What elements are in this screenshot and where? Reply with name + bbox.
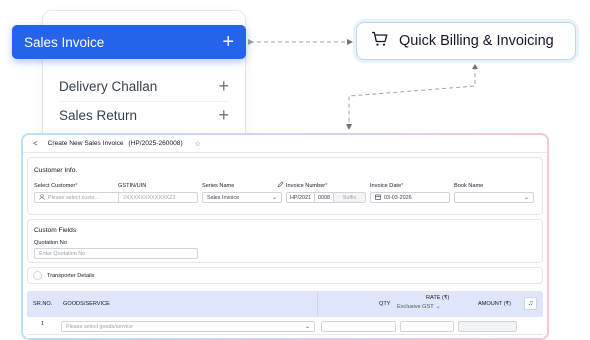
custom-fields-section: Custom Fields Quotation No Enter Quotati… bbox=[27, 219, 543, 263]
transporter-section[interactable]: Transporter Details bbox=[27, 267, 543, 284]
quick-billing-label: Quick Billing & Invoicing bbox=[399, 33, 554, 49]
series-name-label: Series Name bbox=[202, 183, 235, 189]
menu-item-sales-return[interactable]: Sales Return + bbox=[59, 104, 229, 126]
star-icon[interactable]: ☆ bbox=[195, 140, 201, 148]
invoice-prefix: HP/2021 bbox=[287, 193, 315, 202]
plus-icon: + bbox=[222, 30, 234, 53]
chevron-down-icon: ⌄ bbox=[523, 195, 529, 201]
menu-item-label: Delivery Challan bbox=[59, 78, 158, 94]
transporter-label: Transporter Details bbox=[47, 272, 95, 279]
invoice-window: < Create New Sales Invoice (HP/2025-2600… bbox=[23, 135, 547, 338]
col-rate: RATE (₹) bbox=[426, 295, 450, 301]
menu-item-label: Sales Return bbox=[59, 107, 138, 123]
sales-invoice-label: Sales Invoice bbox=[24, 34, 105, 50]
book-name-select[interactable]: ⌄ bbox=[454, 192, 534, 203]
plus-icon[interactable]: + bbox=[218, 105, 229, 126]
col-amount: AMOUNT (₹) bbox=[478, 301, 511, 307]
chevron-down-icon: ⌄ bbox=[304, 324, 310, 330]
goods-select[interactable]: Please select goods/service ⌄ bbox=[61, 321, 315, 332]
calendar-icon bbox=[375, 194, 381, 202]
select-customer-label: Select Customer* bbox=[34, 183, 78, 189]
invoice-window-frame: < Create New Sales Invoice (HP/2025-2600… bbox=[21, 133, 549, 340]
chevron-down-icon: ⌄ bbox=[435, 304, 441, 310]
invoice-doc-number: (HP/2025-260008) bbox=[128, 140, 183, 147]
col-srno: SR.NO. bbox=[33, 301, 53, 307]
gstin-label: GSTIN/UIN bbox=[118, 183, 147, 189]
items-table-header: SR.NO. GOODS/SERVICE QTY RATE (₹) Exclus… bbox=[27, 291, 543, 317]
chevron-down-icon: ⌄ bbox=[271, 195, 277, 201]
invoice-date-label: Invoice Date* bbox=[370, 183, 404, 189]
plus-icon[interactable]: + bbox=[218, 76, 229, 97]
back-icon[interactable]: < bbox=[33, 139, 38, 148]
table-row: 1 Please select goods/service ⌄ bbox=[27, 317, 543, 335]
invoice-suffix[interactable]: Suffix bbox=[333, 193, 365, 202]
gstin-input[interactable]: 2XXXXXXXXXXXXZ3 bbox=[118, 192, 198, 203]
invoice-number-label: Invoice Number* bbox=[286, 183, 328, 189]
menu-divider bbox=[59, 101, 229, 102]
rate-mode-select[interactable]: Exclusive GST ⌄ bbox=[397, 304, 440, 310]
amount-field bbox=[458, 321, 517, 332]
cart-icon bbox=[371, 31, 389, 51]
book-name-label: Book Name bbox=[454, 183, 484, 189]
menu-item-delivery-challan[interactable]: Delivery Challan + bbox=[59, 75, 229, 97]
quick-billing-callout: Quick Billing & Invoicing bbox=[356, 22, 576, 60]
title-bar: < Create New Sales Invoice (HP/2025-2600… bbox=[23, 135, 547, 153]
col-qty: QTY bbox=[379, 301, 391, 307]
section-title: Customer Info. bbox=[34, 167, 78, 174]
page-title: Create New Sales Invoice bbox=[47, 140, 124, 147]
invoice-number-field[interactable]: HP/2021 0008 Suffix bbox=[286, 192, 366, 203]
qty-input[interactable] bbox=[321, 321, 396, 332]
sales-invoice-button[interactable]: Sales Invoice + bbox=[12, 25, 246, 59]
user-icon bbox=[39, 193, 45, 202]
row-srno: 1 bbox=[41, 321, 45, 327]
section-title: Custom Fields bbox=[34, 227, 77, 234]
edit-icon[interactable] bbox=[277, 181, 284, 190]
quotation-label: Quotation No bbox=[34, 240, 67, 246]
quotation-input[interactable]: Enter Quotation No bbox=[34, 248, 198, 259]
invoice-date-input[interactable]: 03-03-2026 bbox=[370, 192, 450, 203]
rate-input[interactable] bbox=[400, 321, 454, 332]
transporter-toggle[interactable] bbox=[33, 271, 42, 280]
music-note-icon[interactable]: ♫ bbox=[524, 297, 537, 310]
series-select[interactable]: Sales Invoice ⌄ bbox=[202, 192, 282, 203]
invoice-seq[interactable]: 0008 bbox=[315, 193, 334, 202]
column-divider bbox=[317, 291, 318, 317]
col-goods: GOODS/SERVICE bbox=[63, 301, 110, 307]
customer-info-section: Customer Info. Select Customer* Please s… bbox=[27, 157, 543, 215]
